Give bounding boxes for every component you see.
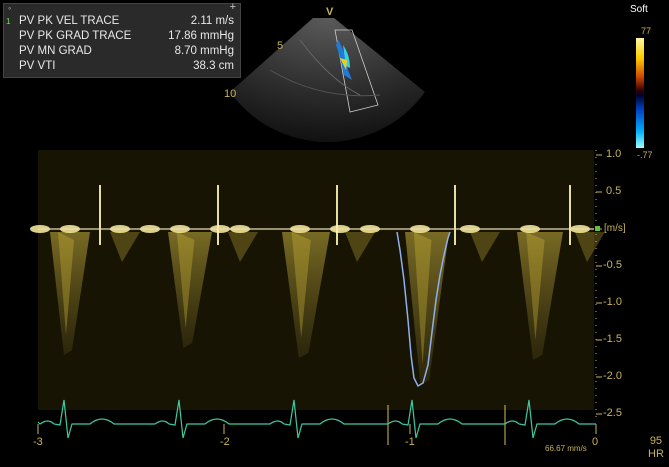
velocity-tick-label: -1.5 [603, 333, 622, 345]
color-map-min: -.77 [637, 150, 653, 160]
measurement-row[interactable]: PV PK GRAD TRACE 17.86 mmHg [4, 29, 240, 44]
depth-label: 10 [224, 88, 237, 100]
velocity-tick-label: -0.5 [603, 259, 622, 271]
measurement-label: PV PK VEL TRACE [19, 15, 120, 27]
color-map-bar [636, 38, 644, 148]
baseline-handle[interactable] [595, 226, 600, 231]
panel-collapse-icon[interactable]: ◦ [8, 3, 11, 13]
measurement-row[interactable]: 1 PV PK VEL TRACE 2.11 m/s [4, 14, 240, 29]
time-tick-label: -3 [33, 436, 43, 448]
velocity-tick-label: -1.0 [603, 296, 622, 308]
velocity-unit: [m/s] [604, 223, 626, 234]
measurement-label: PV MN GRAD [19, 45, 92, 57]
measurement-value: 17.86 mmHg [168, 30, 234, 42]
heart-rate: 95 HR [648, 435, 664, 461]
velocity-scale [595, 150, 602, 420]
color-map-preset: Soft [630, 4, 648, 15]
image-orientation-marker: V [326, 6, 334, 18]
measurement-row[interactable]: PV VTI 38.3 cm [4, 59, 240, 74]
time-tick-label: -2 [220, 436, 230, 448]
measurement-value: 2.11 m/s [190, 15, 234, 27]
velocity-tick-label: -2.5 [603, 407, 622, 419]
velocity-tick-label: 0.5 [606, 185, 622, 197]
time-tick-label: -1 [405, 436, 415, 448]
panel-expand-icon[interactable]: + [230, 1, 236, 13]
velocity-tick-label: 1.0 [606, 148, 622, 160]
sweep-speed: 66.67 mm/s [545, 444, 587, 453]
measurement-row[interactable]: PV MN GRAD 8.70 mmHg [4, 44, 240, 59]
time-axis [37, 424, 597, 434]
sector-image [230, 18, 425, 143]
measurement-panel-header: ◦ + [4, 1, 240, 14]
measurement-value: 8.70 mmHg [174, 45, 234, 57]
measurement-panel[interactable]: ◦ + 1 PV PK VEL TRACE 2.11 m/s PV PK GRA… [3, 1, 241, 78]
measurement-label: PV VTI [19, 60, 56, 72]
depth-label: 5 [277, 40, 284, 52]
heart-rate-value: 95 [649, 435, 663, 447]
color-map-max: 77 [641, 26, 652, 36]
doppler-spectrum [30, 150, 605, 445]
heart-rate-label: HR [648, 448, 664, 460]
measurement-label: PV PK GRAD TRACE [19, 30, 132, 42]
time-tick-label: 0 [592, 436, 599, 448]
measurement-index: 1 [6, 17, 11, 26]
ultrasound-screen: ◦ + 1 PV PK VEL TRACE 2.11 m/s PV PK GRA… [0, 0, 669, 467]
velocity-tick-label: -2.0 [603, 370, 622, 382]
measurement-value: 38.3 cm [193, 60, 234, 72]
